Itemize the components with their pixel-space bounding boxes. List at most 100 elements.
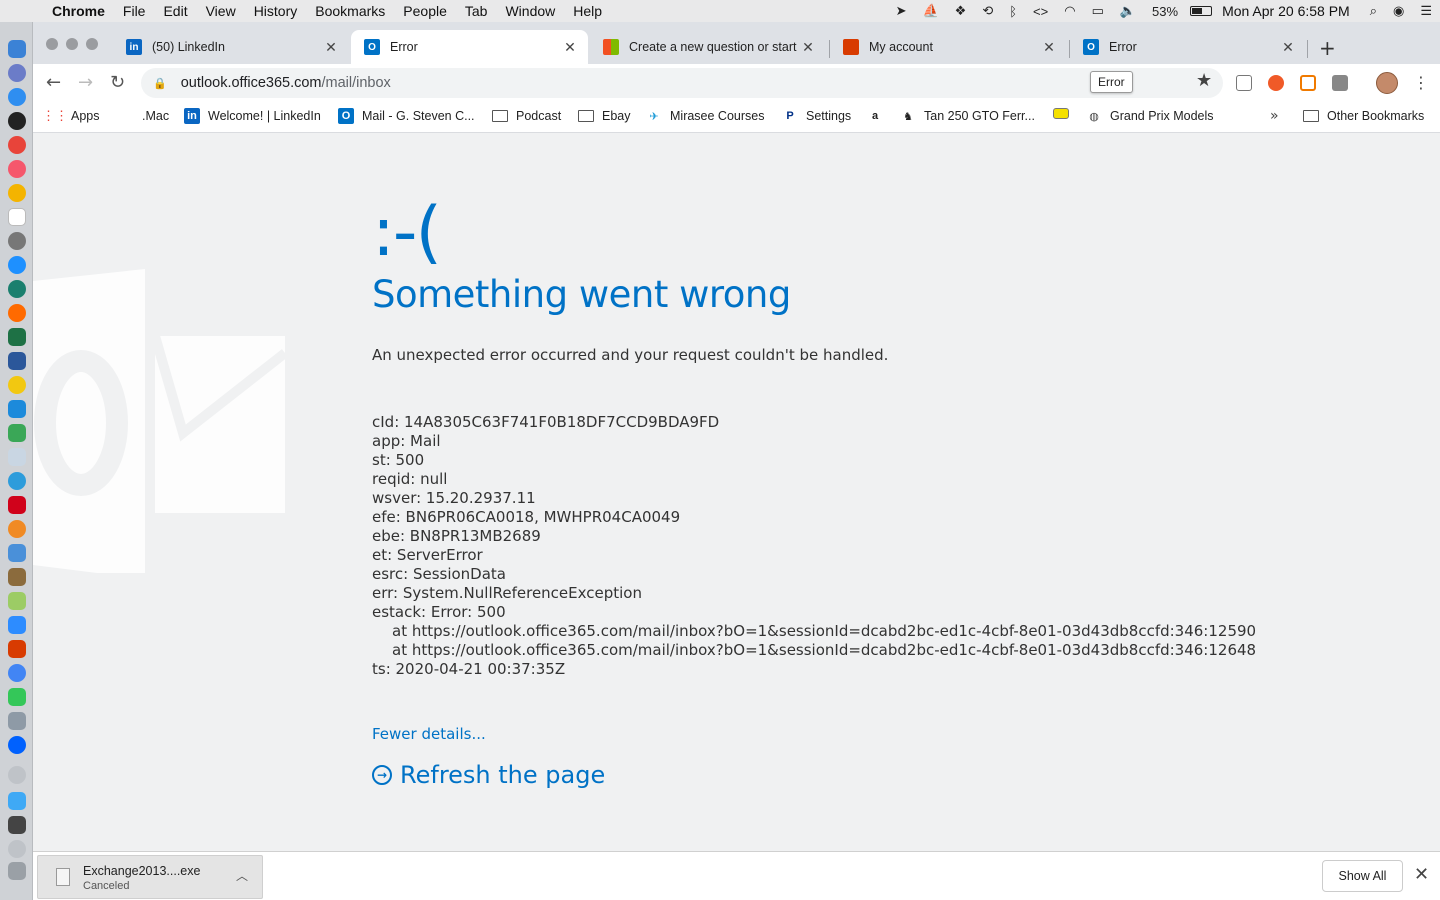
menu-edit[interactable]: Edit [163, 3, 187, 19]
bookmark-linkedin[interactable]: in Welcome! | LinkedIn [184, 108, 321, 124]
bookmarks-overflow-icon[interactable]: » [1270, 108, 1279, 124]
bookmark-ferrari[interactable]: ♞ Tan 250 GTO Ferr... [900, 108, 1035, 124]
calendar-dock-icon[interactable] [8, 208, 26, 226]
bookmark-mirasee[interactable]: ✈ Mirasee Courses [646, 108, 764, 124]
app-dock-icon[interactable] [8, 424, 26, 442]
app-dock-icon[interactable] [8, 544, 26, 562]
dropbox-icon[interactable]: ❖ [955, 3, 967, 19]
firefox-dock-icon[interactable] [8, 304, 26, 322]
lock-icon[interactable]: 🔒 [153, 77, 167, 90]
excel-dock-icon[interactable] [8, 328, 26, 346]
notification-center-icon[interactable]: ☰ [1420, 3, 1432, 19]
bookmark-tag[interactable] [1053, 108, 1077, 119]
close-window-button[interactable] [46, 38, 58, 50]
folder-dock-icon[interactable] [8, 792, 26, 810]
bookmark-grand-prix[interactable]: ◍ Grand Prix Models [1086, 108, 1213, 124]
extension-icon[interactable] [1236, 75, 1252, 91]
siri-icon[interactable]: ◉ [1393, 3, 1404, 19]
menu-tab[interactable]: Tab [465, 3, 488, 19]
menu-help[interactable]: Help [573, 3, 602, 19]
maps-dock-icon[interactable] [8, 592, 26, 610]
close-tab-icon[interactable]: ✕ [800, 39, 816, 56]
tab-error[interactable]: O Error ✕ [1070, 30, 1306, 64]
bookmark-mail[interactable]: O Mail - G. Steven C... [338, 108, 475, 124]
menubar-clock[interactable]: Mon Apr 20 6:58 PM [1222, 3, 1350, 19]
trash-dock-icon[interactable] [8, 862, 26, 880]
app-dock-icon[interactable] [8, 496, 26, 514]
menu-people[interactable]: People [403, 3, 447, 19]
menu-history[interactable]: History [254, 3, 298, 19]
chevron-up-icon[interactable]: ︿ [236, 867, 248, 884]
menu-window[interactable]: Window [505, 3, 555, 19]
battery-percent[interactable]: 53% [1152, 4, 1178, 19]
wifi-icon[interactable]: ◠ [1064, 3, 1075, 19]
app-dock-icon[interactable] [8, 448, 26, 466]
menu-file[interactable]: File [123, 3, 146, 19]
tab-error-active[interactable]: O Error ✕ [351, 30, 588, 64]
bookmark-podcast[interactable]: Podcast [492, 108, 561, 124]
app-dock-icon[interactable] [8, 712, 26, 730]
menu-view[interactable]: View [206, 3, 236, 19]
volume-icon[interactable]: 🔈 [1120, 3, 1136, 19]
zoom-dock-icon[interactable] [8, 616, 26, 634]
show-all-button[interactable]: Show All [1322, 860, 1403, 892]
zoom-window-button[interactable] [86, 38, 98, 50]
profile-avatar[interactable] [1376, 72, 1398, 94]
other-bookmarks[interactable]: Other Bookmarks [1303, 108, 1424, 124]
extension-icon[interactable] [1300, 75, 1316, 91]
app-dock-icon[interactable] [8, 280, 26, 298]
safari-dock-icon[interactable] [8, 256, 26, 274]
code-brackets-icon[interactable]: <> [1033, 4, 1048, 19]
close-icon[interactable]: ✕ [1414, 864, 1429, 885]
app-dock-icon[interactable] [8, 376, 26, 394]
help-dock-icon[interactable] [8, 766, 26, 784]
bluetooth-icon[interactable]: ᛒ [1009, 4, 1017, 19]
office-dock-icon[interactable] [8, 640, 26, 658]
download-item[interactable]: Exchange2013....exe Canceled ︿ [37, 855, 263, 899]
reload-button[interactable]: ↻ [110, 72, 125, 93]
help-dock-icon[interactable] [8, 840, 26, 858]
music-dock-icon[interactable] [8, 160, 26, 178]
new-tab-button[interactable]: + [1319, 36, 1336, 60]
tab-my-account[interactable]: My account ✕ [830, 30, 1067, 64]
chrome-menu-icon[interactable]: ⋮ [1413, 73, 1429, 92]
address-bar[interactable]: 🔒 outlook.office365.com/mail/inbox [141, 68, 1223, 98]
facetime-dock-icon[interactable] [8, 688, 26, 706]
tab-create-question[interactable]: Create a new question or start ✕ [590, 30, 826, 64]
location-arrow-icon[interactable]: ➤ [896, 3, 907, 19]
back-button[interactable]: ← [46, 72, 61, 93]
close-tab-icon[interactable]: ✕ [562, 39, 578, 56]
bookmark-apps[interactable]: ⋮⋮ Apps [42, 108, 100, 124]
battery-icon[interactable] [1190, 6, 1213, 16]
siri-dock-icon[interactable] [8, 64, 26, 82]
close-tab-icon[interactable]: ✕ [1280, 39, 1296, 56]
menu-bookmarks[interactable]: Bookmarks [315, 3, 385, 19]
close-tab-icon[interactable]: ✕ [323, 39, 339, 56]
close-tab-icon[interactable]: ✕ [1041, 39, 1057, 56]
chrome-dock-icon[interactable] [8, 664, 26, 682]
dropbox-dock-icon[interactable] [8, 736, 26, 754]
app-store-dock-icon[interactable] [8, 88, 26, 106]
photos-dock-icon[interactable] [8, 184, 26, 202]
bookmark-settings[interactable]: P Settings [782, 108, 851, 124]
app-dock-icon[interactable] [8, 568, 26, 586]
books-dock-icon[interactable] [8, 520, 26, 538]
time-machine-icon[interactable]: ⟲ [982, 3, 993, 19]
system-preferences-dock-icon[interactable] [8, 232, 26, 250]
app-dock-icon[interactable] [8, 816, 26, 834]
refresh-page-link[interactable]: → Refresh the page [372, 761, 605, 789]
news-dock-icon[interactable] [8, 136, 26, 154]
bookmark-amazon[interactable]: a [867, 108, 891, 124]
airplay-icon[interactable]: ▭ [1092, 3, 1104, 19]
menu-chrome[interactable]: Chrome [52, 3, 105, 19]
bookmark-star-icon[interactable]: ★ [1196, 70, 1212, 91]
bookmark-mac[interactable]: .Mac [118, 108, 169, 124]
bookmark-ebay[interactable]: Ebay [578, 108, 631, 124]
fewer-details-link[interactable]: Fewer details... [372, 725, 486, 743]
extension-icon[interactable] [1268, 75, 1284, 91]
minimize-window-button[interactable] [66, 38, 78, 50]
finder-dock-icon[interactable] [8, 40, 26, 58]
sailboat-icon[interactable]: ⛵ [922, 3, 938, 19]
forward-button[interactable]: → [78, 72, 93, 93]
url-text[interactable]: outlook.office365.com/mail/inbox [181, 75, 391, 91]
